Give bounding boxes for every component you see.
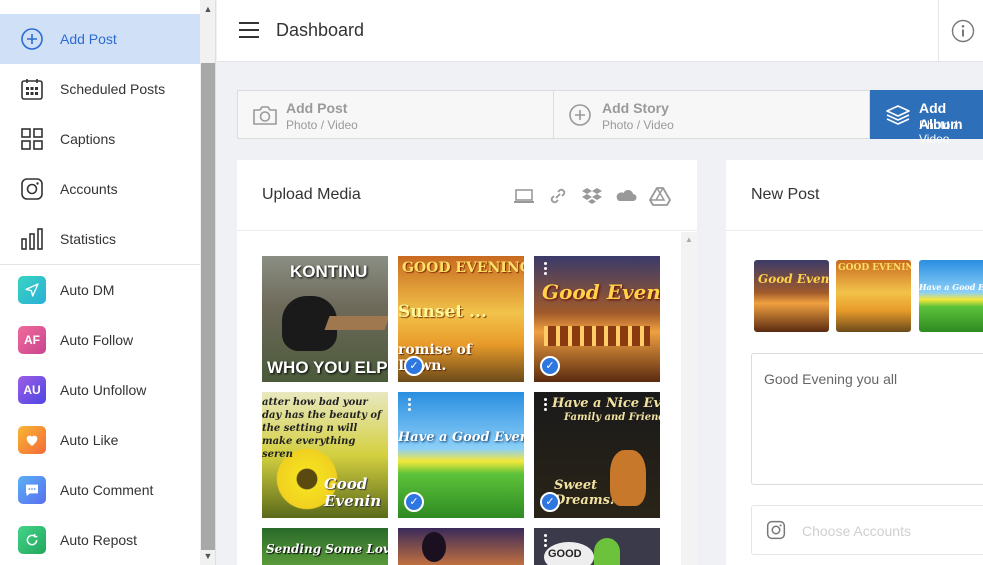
bar-chart-icon bbox=[18, 226, 46, 252]
selected-check-icon[interactable]: ✓ bbox=[404, 492, 424, 512]
sidebar-item-label: Scheduled Posts bbox=[60, 81, 166, 97]
media-thumb[interactable]: Good Evening ✓ bbox=[534, 256, 660, 382]
sidebar-item-accounts[interactable]: Accounts bbox=[0, 164, 200, 214]
tab-subtitle: Photo / Video bbox=[919, 118, 958, 146]
new-post-panel: New Post Good Evening GOOD EVENING Have … bbox=[726, 160, 983, 565]
sidebar-item-auto-comment[interactable]: Auto Comment bbox=[0, 465, 200, 515]
more-icon[interactable] bbox=[544, 398, 547, 411]
selected-media-thumb[interactable]: GOOD EVENING bbox=[836, 260, 911, 332]
sidebar-item-label: Statistics bbox=[60, 231, 117, 247]
sidebar-item-label: Auto Follow bbox=[60, 332, 134, 348]
selected-media-thumb[interactable]: Have a Good Even bbox=[919, 260, 983, 332]
selected-media-thumb[interactable]: Good Evening bbox=[754, 260, 829, 332]
sidebar-item-scheduled-posts[interactable]: Scheduled Posts bbox=[0, 64, 200, 114]
media-thumb[interactable]: atter how bad your day has the beauty of… bbox=[262, 392, 388, 518]
media-thumb[interactable]: GOOD bbox=[534, 528, 660, 565]
more-icon[interactable] bbox=[544, 534, 547, 547]
sidebar-item-label: Accounts bbox=[60, 181, 118, 197]
header-divider bbox=[938, 0, 939, 62]
caption-textarea[interactable]: Good Evening you all bbox=[751, 353, 983, 485]
auto-unfollow-icon: AU bbox=[18, 376, 46, 404]
sidebar-item-label: Add Post bbox=[60, 31, 117, 47]
instagram-icon bbox=[766, 520, 786, 540]
google-drive-icon[interactable] bbox=[649, 185, 671, 207]
more-icon[interactable] bbox=[544, 262, 547, 275]
auto-follow-icon: AF bbox=[18, 326, 46, 354]
tab-title: Add Post bbox=[286, 100, 348, 116]
sidebar-item-label: Auto DM bbox=[60, 282, 115, 298]
media-thumb[interactable]: Sending Some Love bbox=[262, 528, 388, 565]
sidebar-item-auto-unfollow[interactable]: AU Auto Unfollow bbox=[0, 365, 200, 415]
upload-media-panel: Upload Media KONTINU WHO YOU ELP? GOOD E… bbox=[237, 160, 697, 565]
tab-subtitle: Photo / Video bbox=[602, 118, 674, 132]
page-title: Dashboard bbox=[276, 20, 365, 40]
panel-divider bbox=[726, 230, 983, 231]
repost-icon bbox=[18, 526, 46, 554]
send-icon bbox=[18, 276, 46, 304]
sidebar: Add Post Scheduled Posts Captions Accoun… bbox=[0, 0, 200, 565]
media-thumb[interactable]: Have a Nice Evening Family and Friends S… bbox=[534, 392, 660, 518]
panel-title: New Post bbox=[751, 186, 820, 203]
calendar-icon bbox=[18, 76, 46, 102]
sidebar-item-auto-like[interactable]: Auto Like bbox=[0, 415, 200, 465]
scrollbar-thumb[interactable] bbox=[201, 63, 215, 550]
sidebar-item-label: Auto Unfollow bbox=[60, 382, 147, 398]
sidebar-item-captions[interactable]: Captions bbox=[0, 114, 200, 164]
layers-icon bbox=[885, 104, 911, 126]
sidebar-item-label: Captions bbox=[60, 131, 116, 147]
sidebar-item-auto-dm[interactable]: Auto DM bbox=[0, 265, 200, 315]
sidebar-item-statistics[interactable]: Statistics bbox=[0, 214, 200, 264]
tab-add-story[interactable]: Add Story Photo / Video bbox=[553, 90, 870, 139]
sidebar-item-label: Auto Like bbox=[60, 432, 119, 448]
media-thumb[interactable]: KONTINU WHO YOU ELP? bbox=[262, 256, 388, 382]
dropbox-icon[interactable] bbox=[581, 185, 603, 207]
instagram-icon bbox=[18, 176, 46, 202]
tab-add-album[interactable]: Add Album Photo / Video bbox=[870, 90, 983, 146]
scroll-up-icon[interactable]: ▲ bbox=[685, 235, 693, 244]
media-thumb[interactable] bbox=[398, 528, 524, 565]
sidebar-item-label: Auto Comment bbox=[60, 482, 154, 498]
menu-icon[interactable] bbox=[239, 22, 259, 38]
caption-text: Good Evening you all bbox=[764, 371, 898, 387]
top-header: Dashboard bbox=[217, 0, 983, 62]
sidebar-item-auto-repost[interactable]: Auto Repost bbox=[0, 515, 200, 565]
plus-circle-icon bbox=[568, 104, 594, 126]
tab-add-post[interactable]: Add Post Photo / Video bbox=[237, 90, 554, 139]
tab-title: Add Story bbox=[602, 100, 669, 116]
media-thumb[interactable]: GOOD EVENING Sunset ... romise of Dawn. … bbox=[398, 256, 524, 382]
grid-icon bbox=[18, 126, 46, 152]
choose-accounts-field[interactable]: Choose Accounts bbox=[751, 505, 983, 555]
scroll-up-icon[interactable]: ▲ bbox=[203, 4, 213, 14]
post-type-tabs: Add Post Photo / Video Add Story Photo /… bbox=[237, 90, 983, 146]
sidebar-scrollbar[interactable]: ▲ ▼ bbox=[200, 0, 216, 565]
scroll-down-icon[interactable]: ▼ bbox=[203, 551, 213, 561]
selected-check-icon[interactable]: ✓ bbox=[540, 492, 560, 512]
accounts-placeholder: Choose Accounts bbox=[802, 523, 911, 539]
sidebar-item-add-post[interactable]: Add Post bbox=[0, 14, 200, 64]
comment-icon bbox=[18, 476, 46, 504]
media-scrollbar[interactable]: ▲ bbox=[681, 232, 697, 565]
selected-check-icon[interactable]: ✓ bbox=[540, 356, 560, 376]
onedrive-icon[interactable] bbox=[615, 185, 637, 207]
more-icon[interactable] bbox=[408, 398, 411, 411]
info-icon[interactable] bbox=[951, 19, 975, 43]
panel-divider bbox=[237, 230, 697, 231]
tab-subtitle: Photo / Video bbox=[286, 118, 358, 132]
link-icon[interactable] bbox=[547, 185, 569, 207]
sidebar-item-auto-follow[interactable]: AF Auto Follow bbox=[0, 315, 200, 365]
heart-icon bbox=[18, 426, 46, 454]
media-thumb[interactable]: Have a Good Evenin ✓ bbox=[398, 392, 524, 518]
laptop-icon[interactable] bbox=[513, 185, 535, 207]
upload-sources bbox=[513, 185, 671, 207]
panel-title: Upload Media bbox=[262, 186, 361, 203]
selected-check-icon[interactable]: ✓ bbox=[404, 356, 424, 376]
plus-circle-icon bbox=[18, 26, 46, 52]
camera-icon bbox=[252, 104, 278, 126]
sidebar-item-label: Auto Repost bbox=[60, 532, 138, 548]
